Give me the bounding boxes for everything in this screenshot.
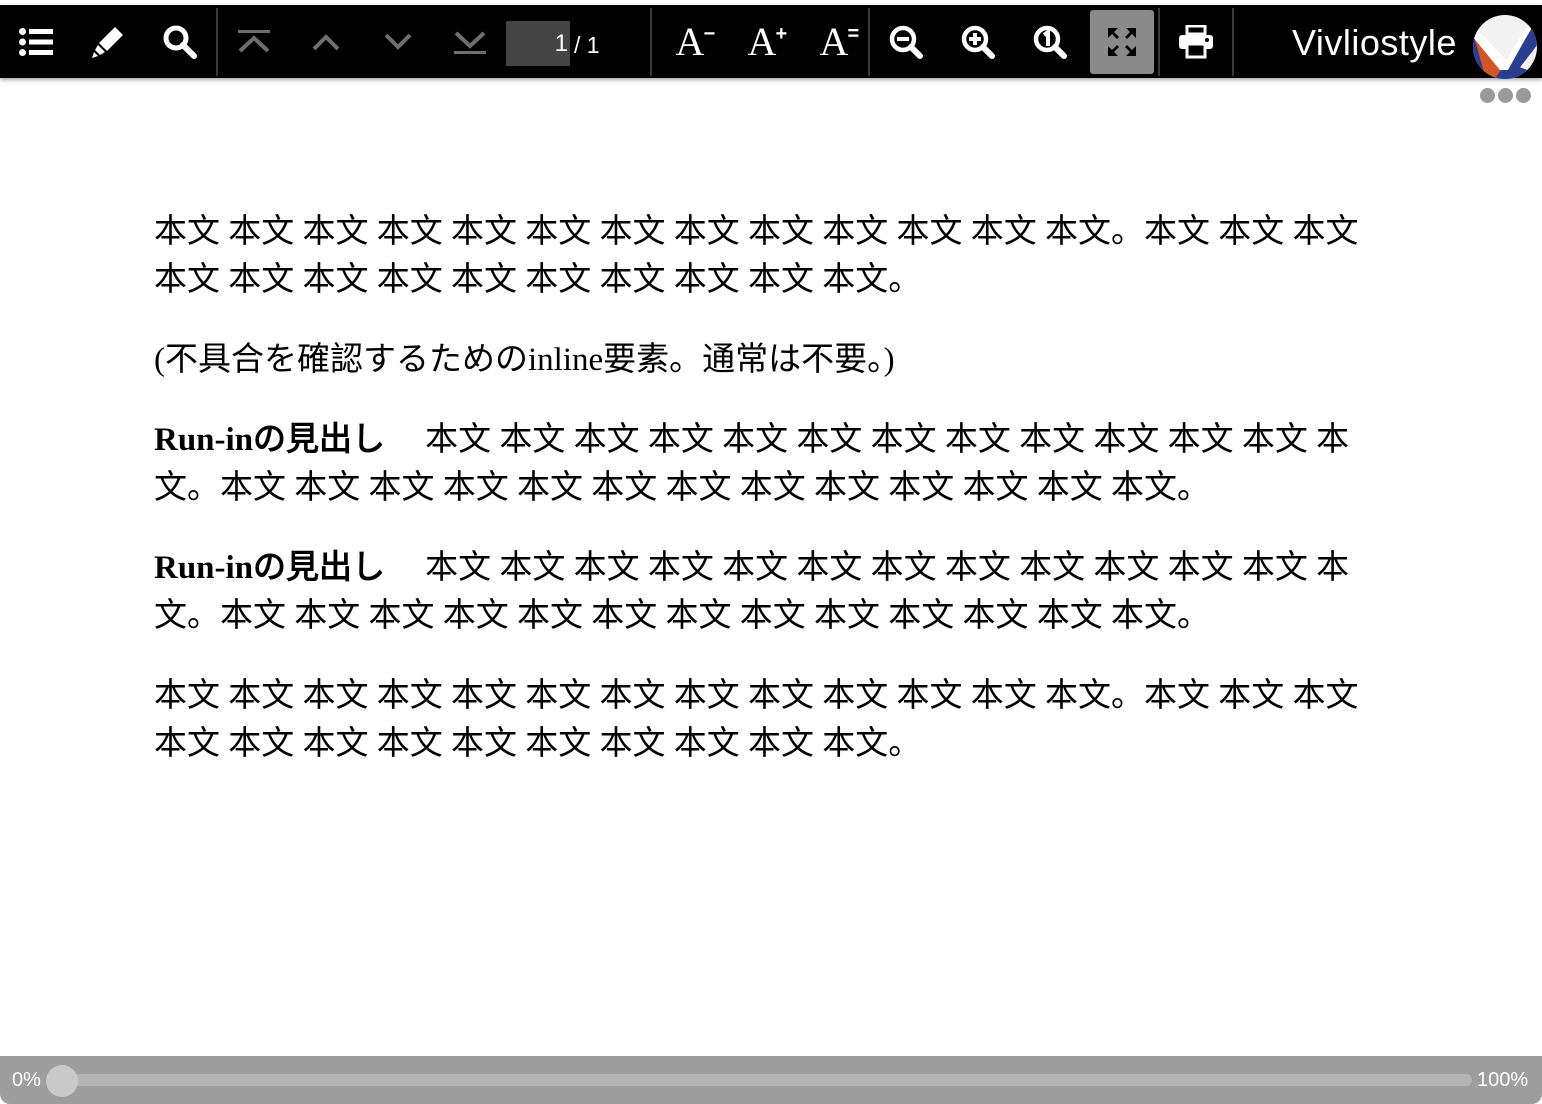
zoom-out-button[interactable] xyxy=(874,10,938,74)
last-page-icon xyxy=(454,31,486,54)
toolbar-separator xyxy=(868,8,870,76)
more-menu-button[interactable] xyxy=(1480,88,1536,104)
fit-to-screen-button[interactable] xyxy=(1090,10,1154,74)
search-icon xyxy=(163,25,197,59)
font-size-increase-icon: A + xyxy=(747,19,788,64)
page-content: 本文 本文 本文 本文 本文 本文 本文 本文 本文 本文 本文 本文 本文。本… xyxy=(154,208,1366,800)
toolbar-separator xyxy=(1158,8,1160,76)
marker-pen-icon xyxy=(92,27,123,58)
font-size-reset-icon: A = xyxy=(819,19,860,64)
toolbar-separator xyxy=(650,8,652,76)
first-page-icon xyxy=(238,30,270,53)
page-number-input[interactable] xyxy=(506,21,570,66)
inline-note-paragraph: (不具合を確認するためのinline要素。通常は不要。) xyxy=(154,342,895,378)
run-in-heading: Run-inの見出し xyxy=(154,550,386,586)
run-in-paragraph: Run-inの見出し 本文 本文 本文 本文 本文 本文 本文 本文 本文 本文 … xyxy=(154,416,1366,512)
marker-button[interactable] xyxy=(76,10,140,74)
more-dots-icon xyxy=(1480,88,1534,107)
vivliostyle-logo[interactable] xyxy=(1472,14,1538,80)
next-page-button[interactable] xyxy=(366,10,430,74)
font-larger-button[interactable]: A + xyxy=(730,10,794,74)
print-icon xyxy=(1179,25,1213,59)
zoom-out-icon xyxy=(889,25,923,59)
search-button[interactable] xyxy=(148,10,212,74)
body-paragraph: 本文 本文 本文 本文 本文 本文 本文 本文 本文 本文 本文 本文 本文。本… xyxy=(154,214,1359,298)
run-in-heading: Run-inの見出し xyxy=(154,422,386,458)
toolbar: / 1 A− A+ A= xyxy=(0,5,1542,80)
zoom-in-icon xyxy=(961,25,995,59)
zoom-actual-button[interactable] xyxy=(1018,10,1082,74)
toolbar-separator xyxy=(1232,8,1234,76)
font-size-decrease-icon: A − xyxy=(675,19,716,64)
page-total: / 1 xyxy=(574,32,600,58)
body-paragraph: 本文 本文 本文 本文 本文 本文 本文 本文 本文 本文 本文 本文 本文。本… xyxy=(154,678,1359,762)
print-button[interactable] xyxy=(1164,10,1228,74)
chevron-up-icon xyxy=(312,34,340,51)
previous-page-button[interactable] xyxy=(294,10,358,74)
list-icon xyxy=(19,28,53,56)
zoom-in-button[interactable] xyxy=(946,10,1010,74)
fit-to-screen-icon xyxy=(1108,28,1136,56)
font-default-button[interactable]: A = xyxy=(802,10,866,74)
brand-name: Vivliostyle xyxy=(1292,22,1457,63)
vivliostyle-viewer: / 1 A− A+ A= xyxy=(0,0,1542,1104)
font-smaller-button[interactable]: A − xyxy=(658,10,722,74)
zoom-actual-size-icon xyxy=(1033,25,1067,59)
toc-button[interactable] xyxy=(4,10,68,74)
progress-min-label: 0% xyxy=(12,1069,41,1091)
chevron-down-icon xyxy=(384,33,412,50)
last-page-button[interactable] xyxy=(438,10,502,74)
first-page-button[interactable] xyxy=(222,10,286,74)
run-in-paragraph: Run-inの見出し 本文 本文 本文 本文 本文 本文 本文 本文 本文 本文 … xyxy=(154,544,1366,640)
toolbar-separator xyxy=(216,8,218,76)
page-slider-track[interactable] xyxy=(62,1074,1472,1086)
page-navigation-bar: 0% 100% xyxy=(0,1056,1542,1104)
progress-max-label: 100% xyxy=(1477,1069,1529,1091)
page-slider-thumb[interactable] xyxy=(46,1065,78,1097)
